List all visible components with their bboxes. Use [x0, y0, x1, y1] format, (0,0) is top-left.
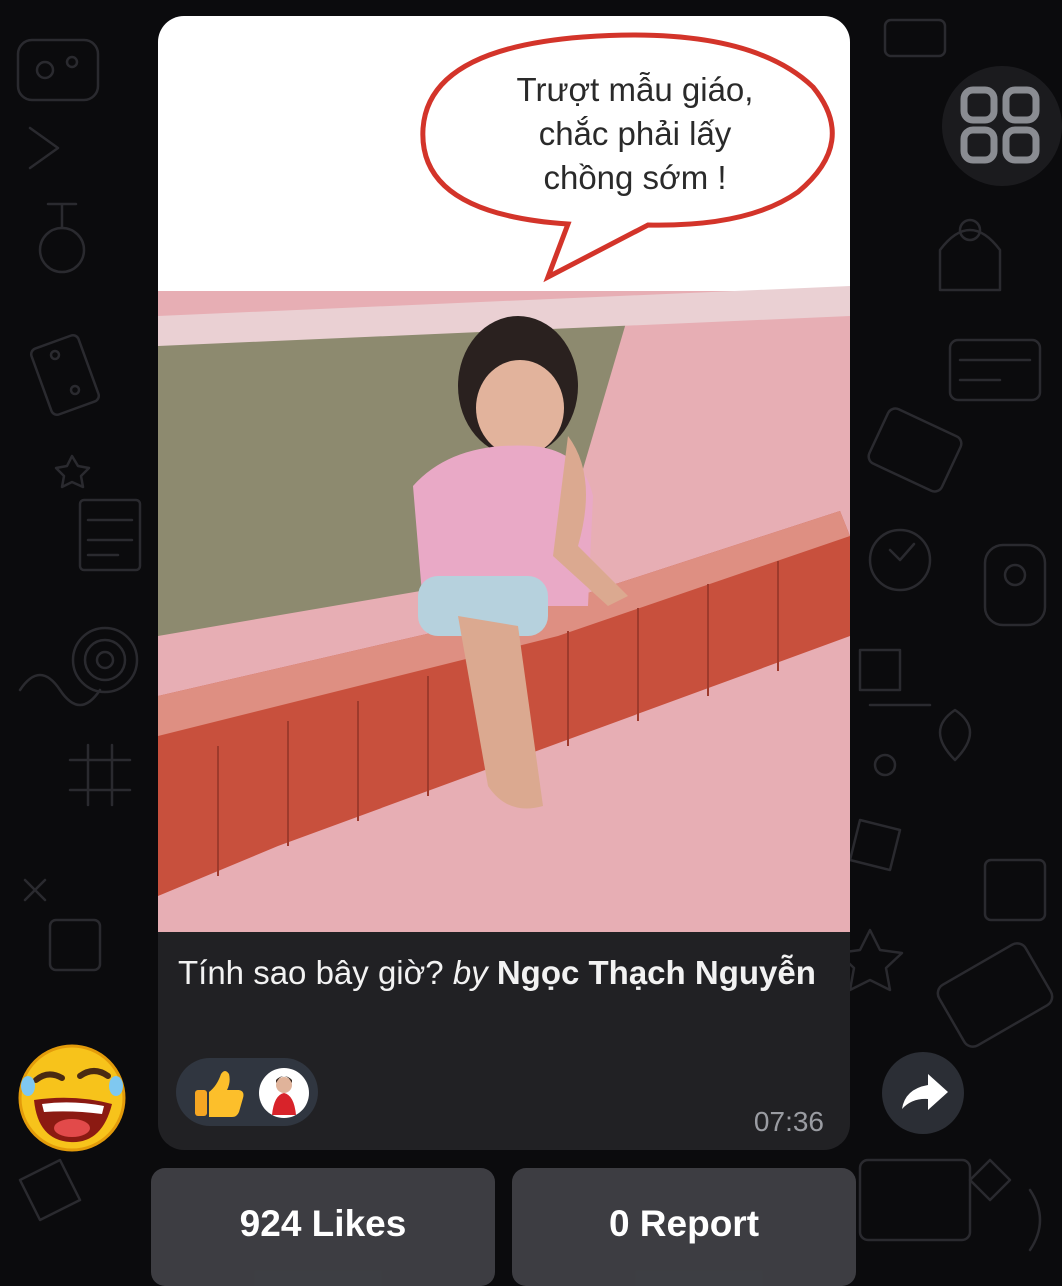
speech-line-2: chắc phải lấy: [538, 115, 732, 152]
grid-icon[interactable]: [940, 64, 1062, 188]
speech-line-1: Trượt mẫu giáo,: [516, 71, 754, 108]
speech-line-3: chồng sớm !: [543, 159, 727, 196]
report-button[interactable]: 0 Report: [512, 1168, 856, 1286]
laughing-emoji-icon: [18, 1044, 126, 1152]
message-time: 07:36: [753, 1106, 824, 1137]
reactions-pill[interactable]: [176, 1058, 318, 1126]
report-label: 0 Report: [608, 1203, 760, 1244]
likes-button[interactable]: 924 Likes: [151, 1168, 495, 1286]
speech-bubble-text: Trượt mẫu giáo, chắc phải lấy chồng sớm …: [470, 68, 800, 200]
share-button[interactable]: [882, 1052, 964, 1134]
caption-author[interactable]: Ngọc Thạch Nguyễn: [497, 954, 816, 991]
user-avatar: [259, 1068, 309, 1118]
likes-label: 924 Likes: [239, 1203, 407, 1244]
caption-by: by: [452, 954, 488, 991]
thumbs-up-icon: [195, 1071, 244, 1117]
message-caption: Tính sao bây giờ? by Ngọc Thạch Nguyễn: [178, 952, 818, 994]
caption-text: Tính sao bây giờ?: [178, 954, 444, 991]
share-arrow-icon: [902, 1074, 948, 1110]
